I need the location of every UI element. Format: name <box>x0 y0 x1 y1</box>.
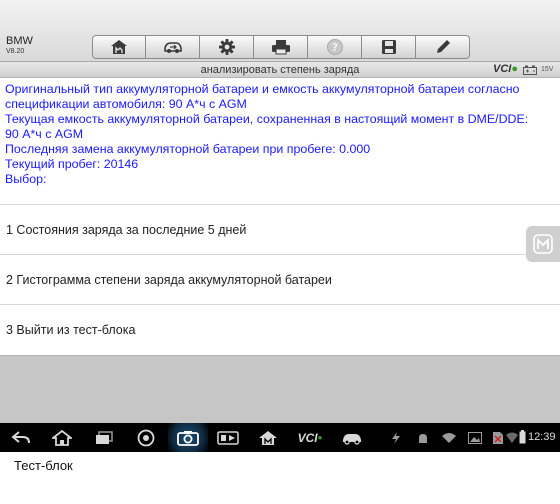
car-icon <box>343 433 361 445</box>
nav-vci-button[interactable]: VCI ● <box>292 423 328 452</box>
info-line: Текущая емкость аккумуляторной батареи, … <box>5 112 529 126</box>
no-sim-icon <box>493 432 503 444</box>
help-icon: ? <box>326 39 343 55</box>
gallery-icon <box>468 432 482 444</box>
flash-icon <box>392 432 400 444</box>
nav-browser-button[interactable] <box>130 423 162 452</box>
vehicle-swap-icon <box>163 42 182 53</box>
top-bar: BMW V8.20 ? <box>0 0 560 62</box>
battery-charging-icon <box>519 430 526 444</box>
nav-back-button[interactable] <box>6 423 36 452</box>
app-title: BMW <box>6 35 33 47</box>
function-title-bar: анализировать степень заряда VCI● 15V <box>0 62 560 78</box>
nav-home-button[interactable] <box>46 423 78 452</box>
floating-menu-icon <box>533 234 553 254</box>
nav-screenshot-button[interactable] <box>168 423 208 452</box>
android-debug-icon <box>419 434 427 443</box>
info-line: Оригинальный тип аккумуляторной батареи … <box>5 82 520 96</box>
screen-record-icon <box>217 430 239 445</box>
wifi-icon <box>442 433 456 443</box>
home-button[interactable] <box>92 35 146 59</box>
app-version: V8.20 <box>6 48 25 55</box>
menu-item-label: 1 Состояния заряда за последние 5 дней <box>6 223 247 237</box>
menu-item-label: 2 Гистограмма степени заряда аккумулятор… <box>6 273 332 287</box>
save-icon <box>381 40 396 54</box>
function-title: анализировать степень заряда <box>200 64 360 76</box>
wifi-signal-icon <box>506 432 518 443</box>
menu-item-charge-last-5-days[interactable]: 1 Состояния заряда за последние 5 дней <box>0 204 560 254</box>
svg-text:?: ? <box>331 41 337 54</box>
vci-nav-label: VCI <box>297 430 318 445</box>
edit-button[interactable] <box>416 35 470 59</box>
nav-maxisys-button[interactable] <box>252 423 284 452</box>
caption: Тест-блок <box>14 458 73 473</box>
menu-item-label: 3 Выйти из тест-блока <box>6 323 136 337</box>
empty-panel <box>0 355 560 423</box>
vci-connected-icon: ● <box>317 433 323 442</box>
vci-status-icon: VCI● <box>493 63 518 75</box>
vci-label: VCI <box>493 63 512 75</box>
save-button[interactable] <box>362 35 416 59</box>
floating-menu-button[interactable] <box>526 226 560 262</box>
diagnostic-screen: BMW V8.20 ? анализировать степень заряда… <box>0 0 560 452</box>
print-button[interactable] <box>254 35 308 59</box>
edit-icon <box>436 40 450 53</box>
toolbar: ? <box>92 35 470 59</box>
menu-item-charge-histogram[interactable]: 2 Гистограмма степени заряда аккумулятор… <box>0 254 560 304</box>
battery-voltage: 15V <box>541 66 554 73</box>
android-navigation-bar: VCI ● 12:39 <box>0 423 560 452</box>
vehicle-swap-button[interactable] <box>146 35 200 59</box>
help-button[interactable]: ? <box>308 35 362 59</box>
settings-icon <box>218 39 235 55</box>
status-clock: 12:39 <box>528 431 556 443</box>
nav-screen-record-button[interactable] <box>212 423 244 452</box>
back-icon <box>11 430 30 443</box>
maxisys-home-icon <box>259 430 277 445</box>
menu-item-exit-test-block[interactable]: 3 Выйти из тест-блока <box>0 304 560 354</box>
info-line: 90 А*ч с AGM <box>5 127 84 141</box>
info-line: Выбор: <box>5 172 47 186</box>
info-line: спецификации автомобиля: 90 А*ч с AGM <box>5 97 247 111</box>
battery-info-text: Оригинальный тип аккумуляторной батареи … <box>5 82 555 187</box>
recent-apps-icon <box>96 430 113 444</box>
info-line: Текущий пробег: 20146 <box>5 157 139 171</box>
home-icon <box>111 40 127 54</box>
print-icon <box>271 40 290 55</box>
nav-recent-apps-button[interactable] <box>88 423 120 452</box>
test-menu: 1 Состояния заряда за последние 5 дней 2… <box>0 204 560 354</box>
nav-car-button[interactable] <box>336 423 368 452</box>
camera-icon <box>177 430 199 446</box>
home-icon <box>52 429 72 446</box>
chrome-icon <box>137 429 155 446</box>
info-line: Последняя замена аккумуляторной батареи … <box>5 142 371 156</box>
settings-button[interactable] <box>200 35 254 59</box>
battery-icon <box>523 65 537 75</box>
